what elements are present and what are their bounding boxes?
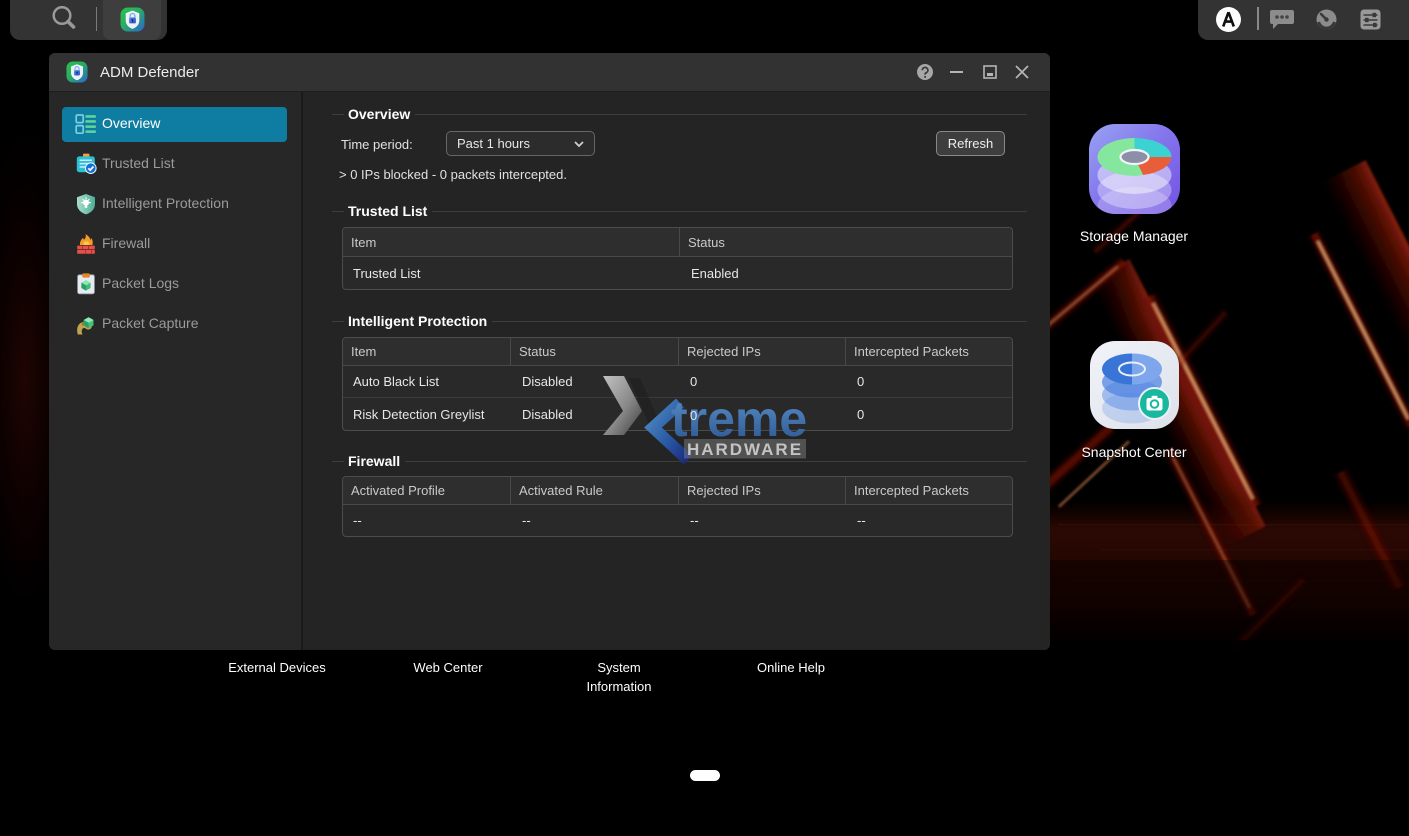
svg-text:HARDWARE: HARDWARE [687, 440, 803, 459]
